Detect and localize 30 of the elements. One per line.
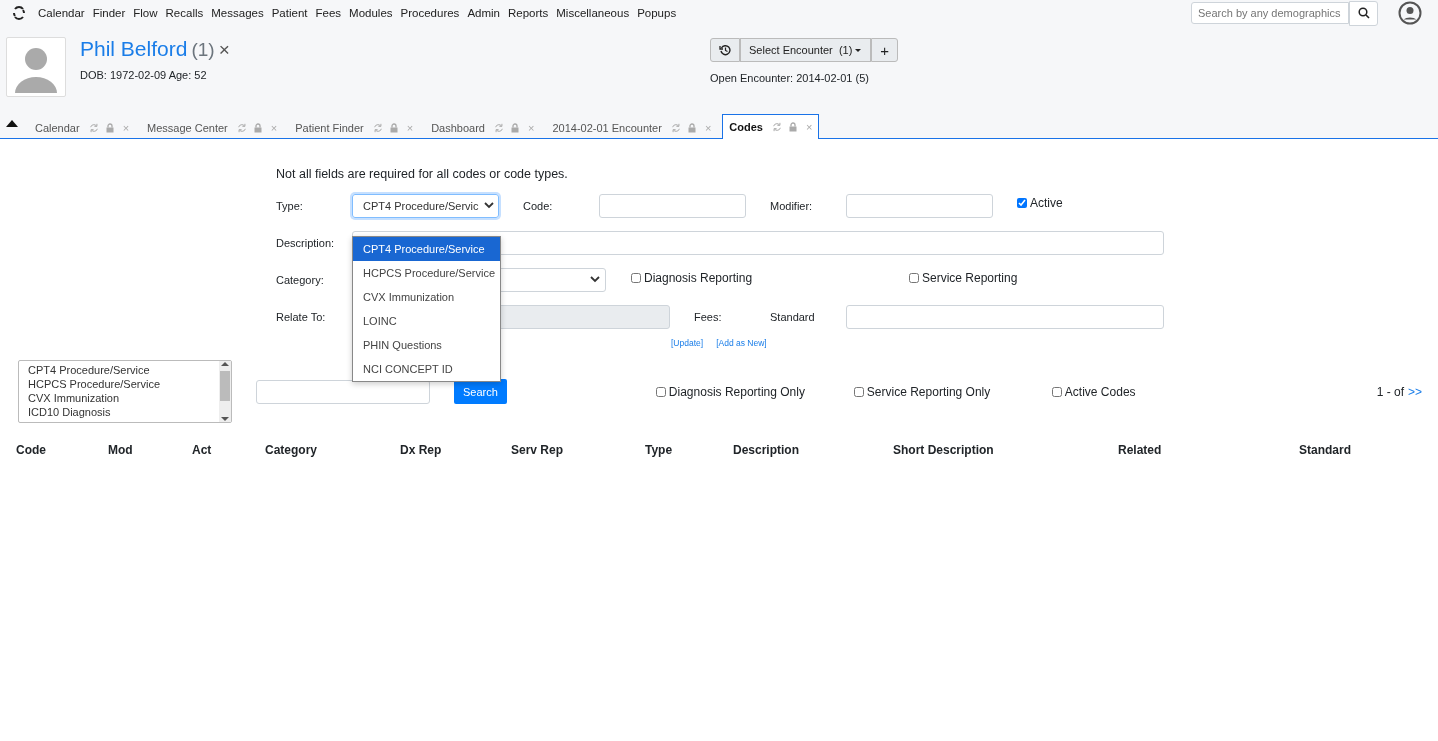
patient-count: (1) xyxy=(191,39,215,60)
column-header: Act xyxy=(192,443,213,457)
column-header: Category xyxy=(265,443,318,457)
field-label: Relate To: xyxy=(276,310,327,323)
field-label: Modifier: xyxy=(770,199,814,212)
checkbox-label: Diagnosis Reporting xyxy=(644,270,753,285)
field-label: Standard xyxy=(770,310,816,323)
pager-text: 1 - of xyxy=(1376,384,1404,399)
form-note: Not all fields are required for all codes or code types. xyxy=(276,167,569,181)
checkbox-label: Active xyxy=(1030,196,1063,210)
column-header: Description xyxy=(733,443,800,457)
open-encounter-text: Open Encounter: 2014-02-01 (5) xyxy=(710,72,870,84)
patient-details: DOB: 1972-02-09 Age: 52 xyxy=(80,69,208,81)
checkbox-label: Service Reporting xyxy=(922,270,1018,285)
column-header: Mod xyxy=(108,443,134,457)
checkbox-label: Diagnosis Reporting Only xyxy=(668,384,805,399)
column-header: Code xyxy=(16,443,47,457)
column-header: Related xyxy=(1118,443,1163,457)
column-header: Short Description xyxy=(893,443,995,457)
field-label: Code: xyxy=(523,199,554,212)
field-label: Category: xyxy=(276,273,325,286)
checkbox-label: Service Reporting Only xyxy=(866,384,991,399)
column-header: Dx Rep xyxy=(400,443,443,457)
checkbox-label: Active Codes xyxy=(1064,384,1136,399)
column-header: Standard xyxy=(1299,443,1352,457)
field-label: Description: xyxy=(276,236,336,249)
field-label: Fees: xyxy=(694,310,723,323)
column-header: Type xyxy=(645,443,674,457)
column-header: Serv Rep xyxy=(511,443,565,457)
field-label: Type: xyxy=(276,199,304,212)
